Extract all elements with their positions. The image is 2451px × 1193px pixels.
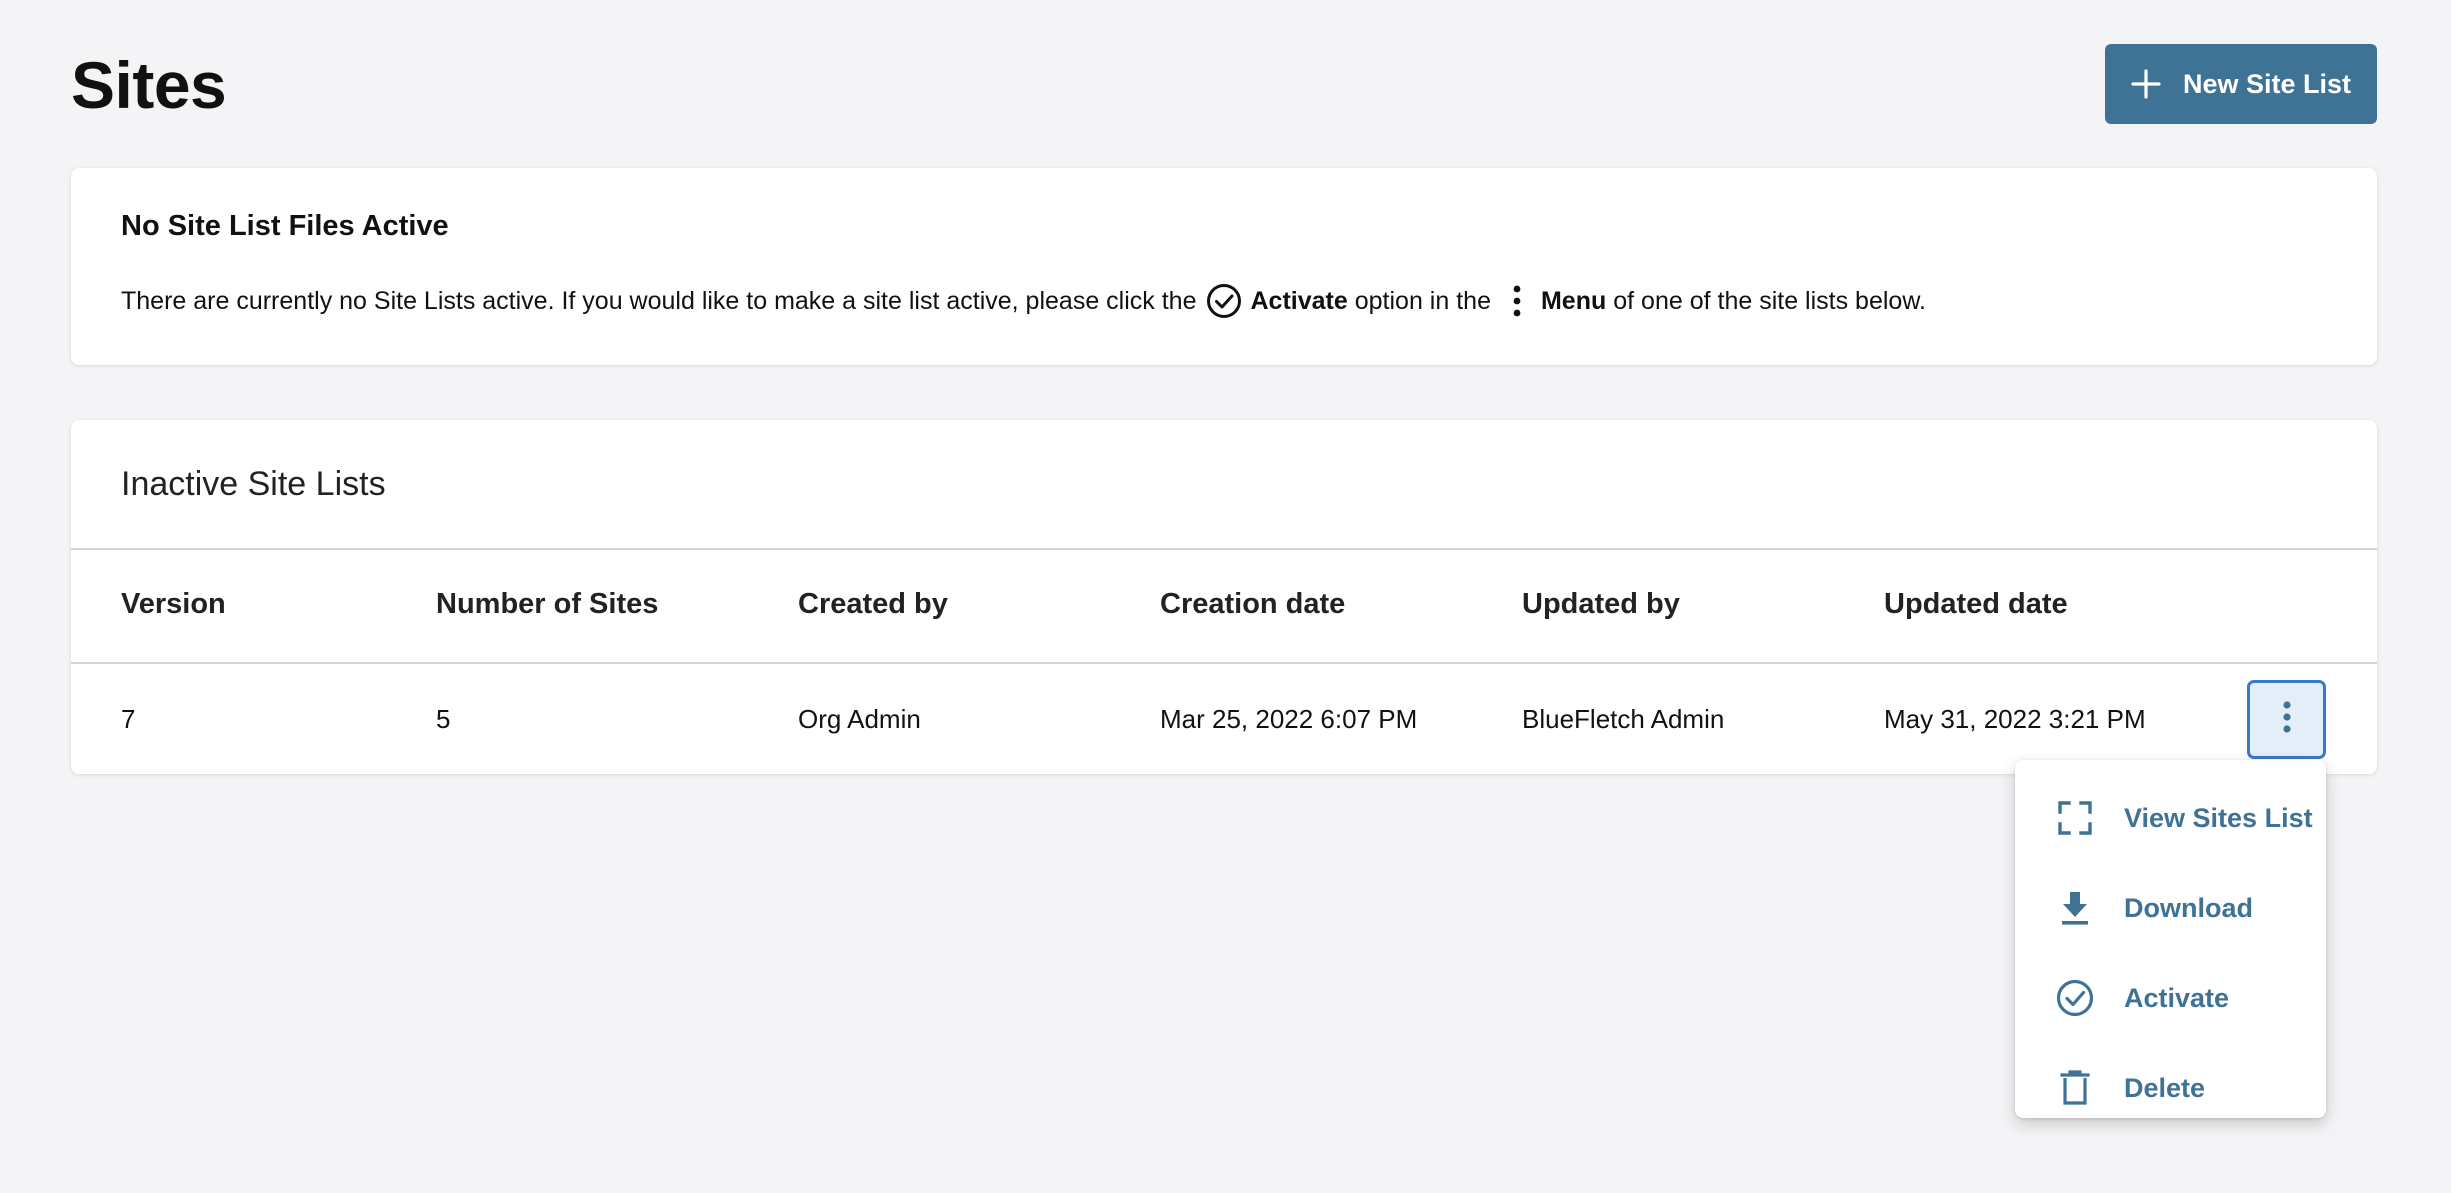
cell-updated-date: May 31, 2022 3:21 PM bbox=[1884, 704, 2146, 734]
new-site-list-button[interactable]: New Site List bbox=[2105, 44, 2377, 124]
fullscreen-icon bbox=[2055, 798, 2095, 838]
menu-item-label: Delete bbox=[2124, 1072, 2206, 1103]
notice-title: No Site List Files Active bbox=[121, 210, 449, 242]
column-header-updated-by: Updated by bbox=[1522, 588, 1680, 620]
more-vertical-icon bbox=[1513, 285, 1521, 317]
download-icon bbox=[2055, 888, 2095, 928]
inactive-site-lists-card: Inactive Site Lists Version Number of Si… bbox=[71, 420, 2377, 774]
notice-text: There are currently no Site Lists active… bbox=[121, 283, 1926, 319]
check-circle-icon bbox=[2055, 978, 2095, 1018]
no-active-notice bbox=[71, 168, 2377, 365]
cell-creation-date: Mar 25, 2022 6:07 PM bbox=[1160, 704, 1418, 734]
notice-text-before: There are currently no Site Lists active… bbox=[121, 286, 1197, 315]
notice-activate-word: Activate bbox=[1250, 286, 1348, 315]
title-divider bbox=[71, 548, 2377, 550]
menu-item-label: Download bbox=[2124, 892, 2253, 923]
column-header-creation-date: Creation date bbox=[1160, 588, 1346, 620]
header-divider bbox=[71, 662, 2377, 664]
page-title: Sites bbox=[71, 48, 227, 122]
inactive-lists-title: Inactive Site Lists bbox=[121, 465, 386, 503]
column-header-created-by: Created by bbox=[798, 588, 948, 620]
row-menu-button[interactable] bbox=[2247, 680, 2326, 759]
menu-item-download[interactable]: Download bbox=[2015, 863, 2326, 953]
notice-text-middle: option in the bbox=[1354, 286, 1491, 315]
menu-item-activate[interactable]: Activate bbox=[2015, 953, 2326, 1043]
row-action-menu: View Sites List Download Activate Delete bbox=[2015, 760, 2326, 1118]
column-header-number-of-sites: Number of Sites bbox=[436, 588, 659, 620]
menu-item-label: Activate bbox=[2124, 982, 2230, 1013]
menu-item-delete[interactable]: Delete bbox=[2015, 1043, 2326, 1133]
menu-item-label: View Sites List bbox=[2124, 802, 2313, 833]
column-header-updated-date: Updated date bbox=[1884, 588, 2068, 620]
cell-updated-by: BlueFletch Admin bbox=[1522, 704, 1725, 734]
more-vertical-icon bbox=[2282, 701, 2292, 738]
column-header-version: Version bbox=[121, 588, 226, 620]
check-circle-icon bbox=[1206, 283, 1242, 319]
notice-text-after: of one of the site lists below. bbox=[1613, 286, 1926, 315]
new-site-list-label: New Site List bbox=[2182, 68, 2352, 99]
plus-icon bbox=[2131, 69, 2161, 99]
menu-item-view-sites-list[interactable]: View Sites List bbox=[2015, 773, 2326, 863]
cell-created-by: Org Admin bbox=[798, 704, 921, 734]
cell-number-of-sites: 5 bbox=[436, 704, 451, 734]
trash-icon bbox=[2055, 1068, 2095, 1108]
notice-menu-word: Menu bbox=[1540, 286, 1607, 315]
cell-version: 7 bbox=[121, 704, 136, 734]
